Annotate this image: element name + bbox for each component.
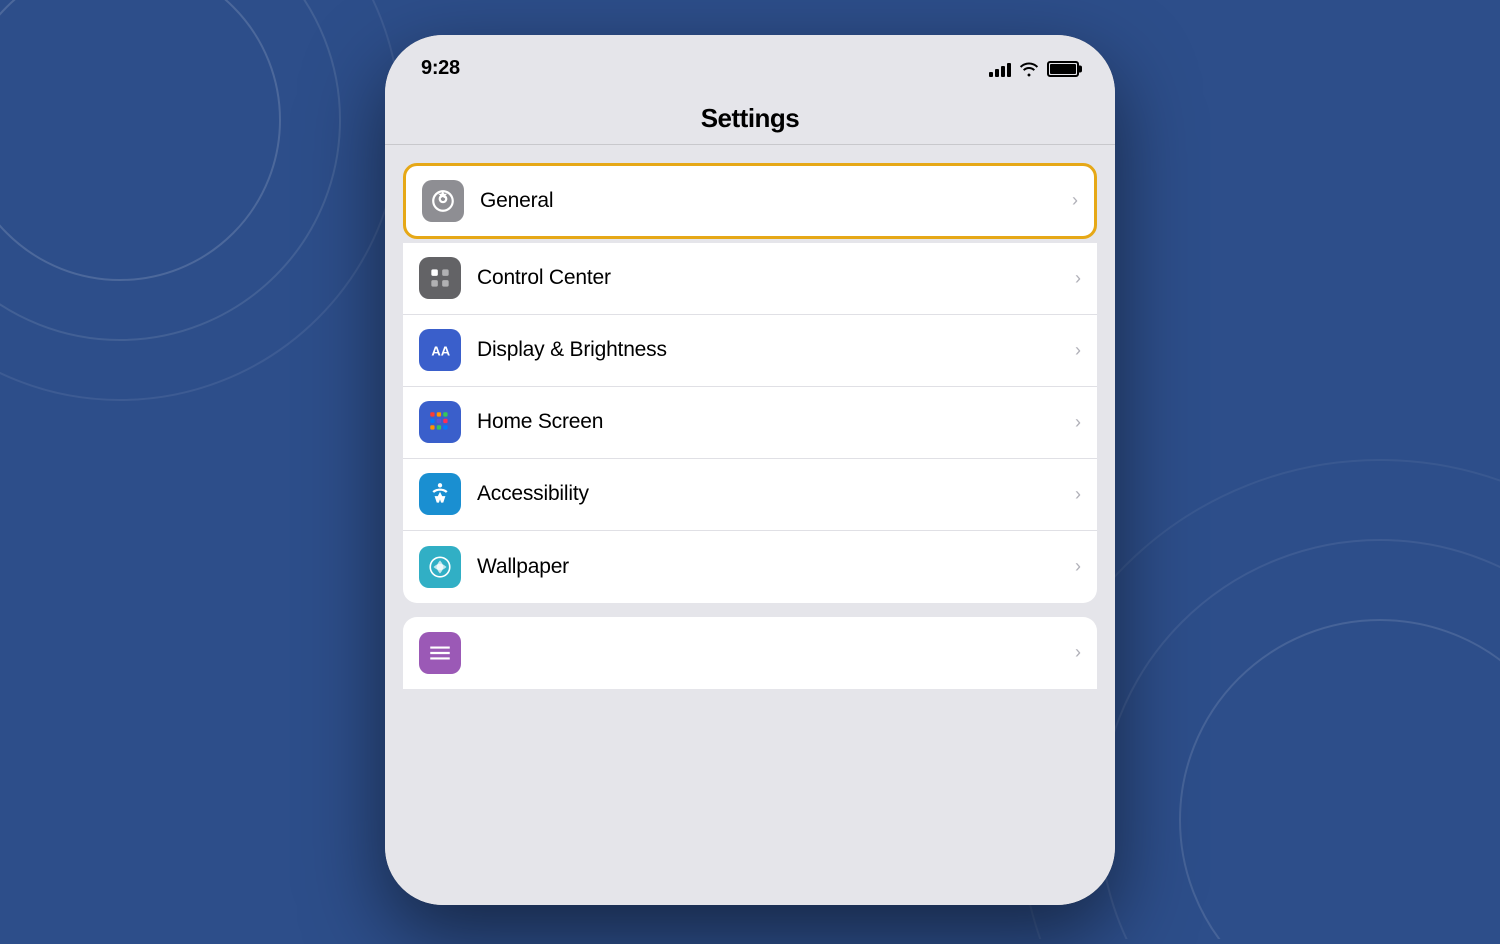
settings-item-more[interactable]: › [403, 617, 1097, 689]
wallpaper-label: Wallpaper [477, 555, 1067, 579]
wallpaper-icon [419, 546, 461, 588]
wifi-icon [1019, 61, 1039, 77]
wallpaper-chevron: › [1075, 556, 1081, 577]
control-center-chevron: › [1075, 268, 1081, 289]
battery-fill [1050, 64, 1076, 74]
page-title: Settings [405, 103, 1095, 134]
accessibility-chevron: › [1075, 484, 1081, 505]
section-spacer [385, 145, 1115, 159]
settings-item-control-center[interactable]: Control Center › [403, 243, 1097, 315]
display-chevron: › [1075, 340, 1081, 361]
accessibility-icon [419, 473, 461, 515]
status-bar: 9:28 [385, 35, 1115, 89]
more-icon [419, 632, 461, 674]
general-chevron: › [1072, 190, 1078, 211]
more-chevron: › [1075, 642, 1081, 663]
status-icons [989, 61, 1079, 77]
settings-item-general[interactable]: General › [403, 163, 1097, 239]
settings-item-accessibility[interactable]: Accessibility › [403, 459, 1097, 531]
battery-icon [1047, 61, 1079, 77]
settings-item-home-screen[interactable]: Home Screen › [403, 387, 1097, 459]
phone-frame: 9:28 [385, 35, 1115, 905]
home-screen-chevron: › [1075, 412, 1081, 433]
general-label: General [480, 189, 1064, 213]
home-screen-icon [419, 401, 461, 443]
control-center-label: Control Center [477, 266, 1067, 290]
svg-text:AA: AA [431, 343, 450, 358]
display-label: Display & Brightness [477, 338, 1067, 362]
settings-list: General › Control Center › [385, 145, 1115, 905]
home-screen-label: Home Screen [477, 410, 1067, 434]
settings-item-wallpaper[interactable]: Wallpaper › [403, 531, 1097, 603]
settings-item-display[interactable]: AA Display & Brightness › [403, 315, 1097, 387]
accessibility-label: Accessibility [477, 482, 1067, 506]
signal-icon [989, 61, 1011, 77]
general-icon [422, 180, 464, 222]
control-center-icon [419, 257, 461, 299]
navigation-bar: Settings [385, 89, 1115, 145]
phone-screen: 9:28 [385, 35, 1115, 905]
status-time: 9:28 [421, 57, 460, 80]
display-icon: AA [419, 329, 461, 371]
bottom-gap [385, 603, 1115, 617]
